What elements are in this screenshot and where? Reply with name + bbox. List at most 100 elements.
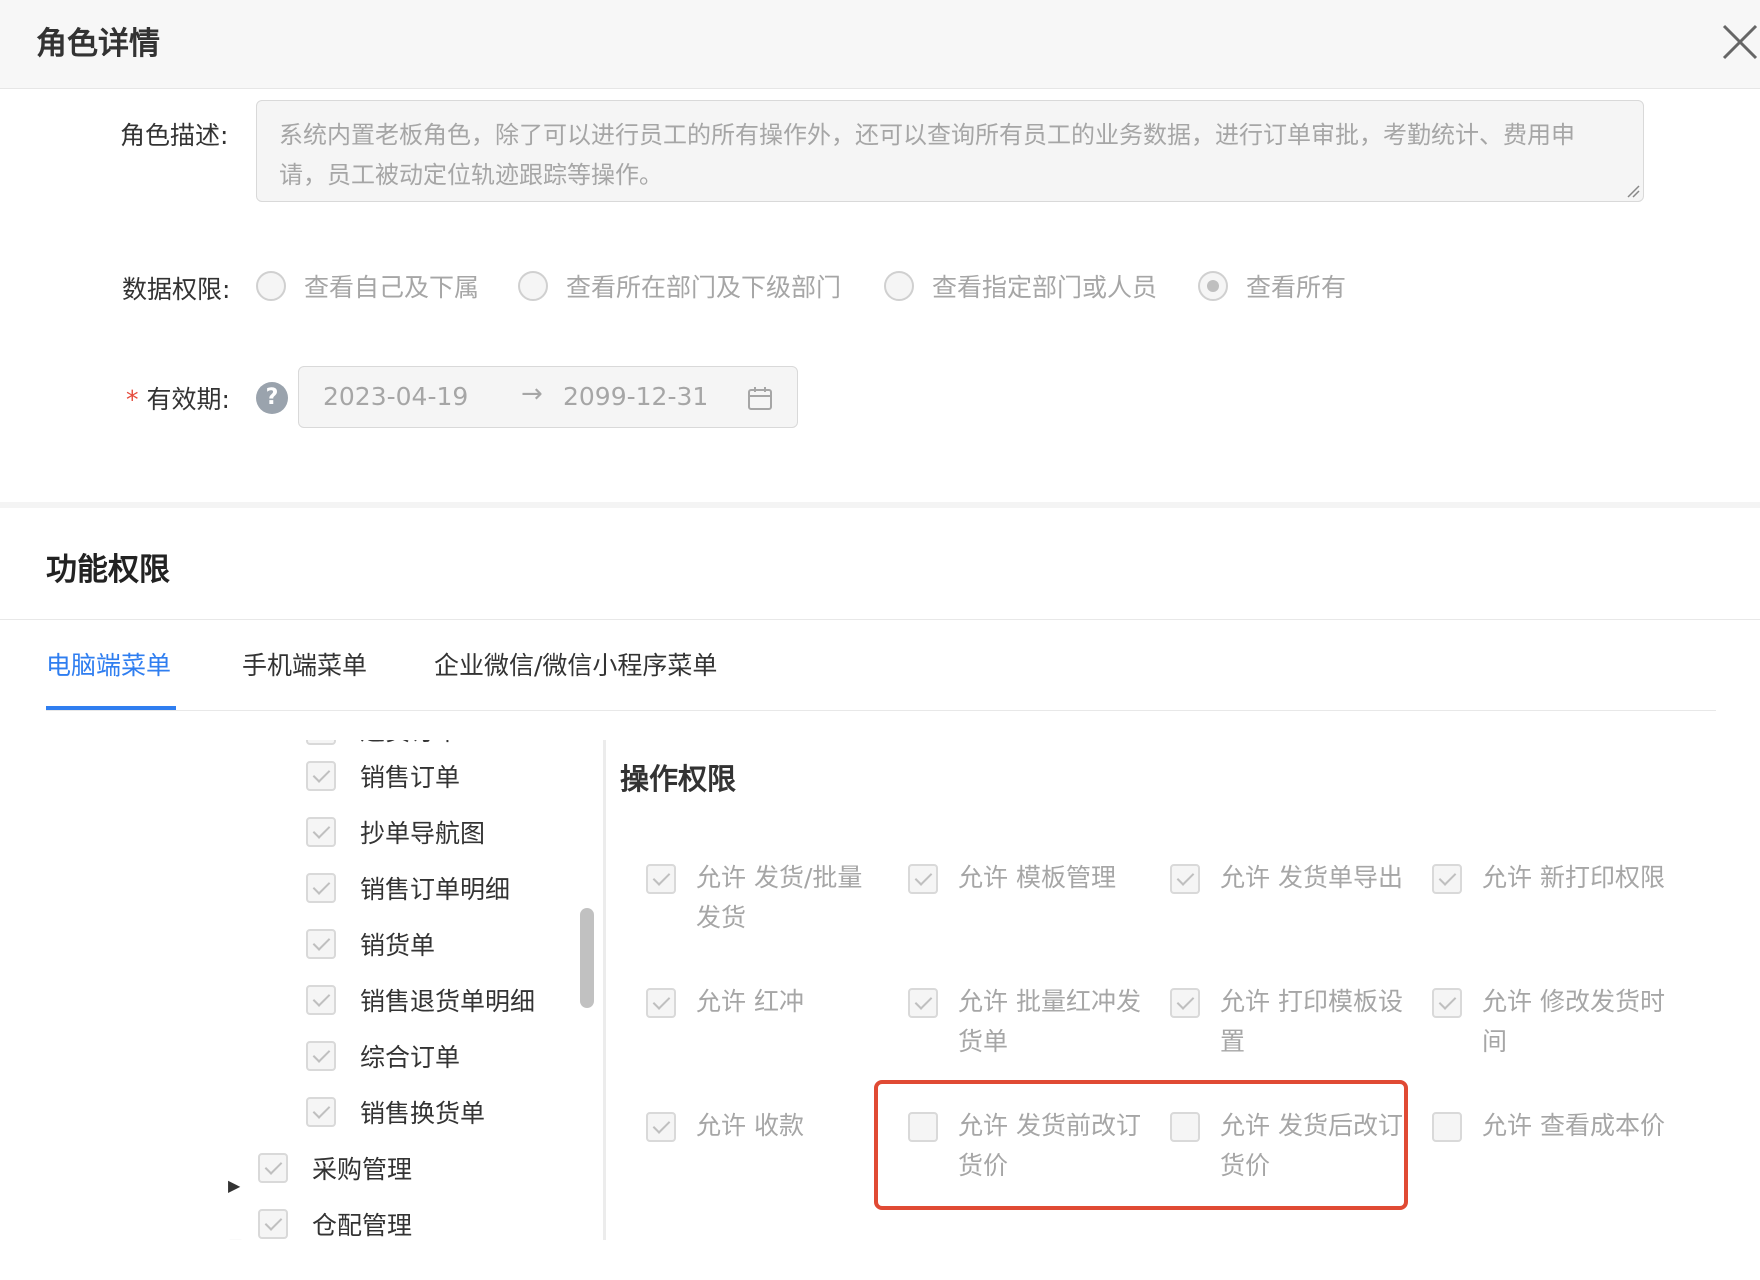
radio-label: 查看指定部门或人员 — [932, 273, 1158, 302]
menu-tabs: 电脑端菜单 手机端菜单 企业微信/微信小程序菜单 — [46, 640, 1716, 711]
tab-mobile-menu[interactable]: 手机端菜单 — [242, 646, 367, 682]
radio-option-self[interactable]: 查看自己及下属 — [256, 264, 479, 308]
dialog-header: 角色详情 — [0, 0, 1760, 89]
end-date[interactable]: 2099-12-31 — [563, 382, 708, 411]
section-divider — [0, 502, 1760, 508]
tree-item[interactable]: 退货订单 — [306, 740, 460, 750]
scrollbar-thumb[interactable] — [580, 908, 594, 1008]
collapse-caret-icon[interactable]: ▬ — [228, 1232, 243, 1240]
calendar-icon[interactable] — [747, 386, 773, 412]
tree-checkbox[interactable] — [306, 1041, 336, 1071]
tree-item-label: 销售退货单明细 — [360, 987, 536, 1016]
operation-checkbox[interactable]: 允许 红冲 — [646, 982, 886, 1022]
operation-checkbox[interactable]: 允许 收款 — [646, 1106, 886, 1146]
tree-checkbox[interactable] — [258, 1209, 288, 1239]
operation-checkbox-box[interactable] — [1432, 864, 1462, 894]
operation-label: 允许 发货单导出 — [1220, 863, 1403, 892]
validity-label-wrap: * 有效期: — [126, 380, 230, 416]
help-icon[interactable]: ? — [256, 382, 288, 414]
tree-checkbox[interactable] — [306, 985, 336, 1015]
radio-label: 查看所在部门及下级部门 — [566, 273, 842, 302]
tree-item[interactable]: 销售换货单 — [306, 1092, 485, 1132]
date-range-picker[interactable]: 2023-04-19 → 2099-12-31 — [298, 366, 798, 428]
operation-checkbox[interactable]: 允许 打印模板设置 — [1170, 982, 1410, 1062]
tree-item-label: 采购管理 — [312, 1155, 413, 1184]
tree-item-label: 抄单导航图 — [360, 819, 486, 848]
operation-label: 允许 模板管理 — [958, 863, 1116, 892]
operation-label: 允许 打印模板设置 — [1220, 987, 1403, 1056]
operation-checkbox[interactable]: 允许 新打印权限 — [1432, 858, 1672, 898]
radio-option-department[interactable]: 查看所在部门及下级部门 — [518, 264, 841, 308]
operation-checkbox[interactable]: 允许 发货/批量发货 — [646, 858, 886, 938]
operation-label: 允许 查看成本价 — [1482, 1111, 1665, 1140]
tree-item[interactable]: 销售订单明细 — [306, 868, 510, 908]
operation-label: 允许 批量红冲发货单 — [958, 987, 1141, 1056]
tab-wechat-menu[interactable]: 企业微信/微信小程序菜单 — [434, 646, 717, 682]
operation-checkbox-box[interactable] — [646, 988, 676, 1018]
tree-item[interactable]: 销售订单 — [306, 756, 460, 796]
active-tab-indicator — [46, 706, 176, 710]
operation-label: 允许 发货/批量发货 — [696, 863, 863, 932]
operation-label: 允许 新打印权限 — [1482, 863, 1665, 892]
radio-label: 查看自己及下属 — [304, 273, 480, 302]
radio-circle — [256, 271, 286, 301]
resize-grip-icon[interactable] — [1626, 184, 1640, 198]
function-permissions-title: 功能权限 — [46, 552, 170, 588]
operation-checkbox-box[interactable] — [646, 864, 676, 894]
tree-item[interactable]: 销货单 — [306, 924, 435, 964]
tree-item-label: 退货订单 — [360, 740, 460, 748]
close-icon[interactable] — [1720, 22, 1760, 62]
description-label: 角色描述: — [120, 121, 229, 150]
menu-tree: 退货订单 销售订单 抄单导航图 销售订单明细 销货单 销售退货单明细 综合订单 … — [0, 740, 572, 1240]
operation-label: 允许 红冲 — [696, 987, 804, 1016]
radio-circle — [884, 271, 914, 301]
operation-checkbox[interactable]: 允许 发货单导出 — [1170, 858, 1410, 898]
radio-label: 查看所有 — [1246, 273, 1347, 302]
tree-item-label: 销售换货单 — [360, 1099, 486, 1128]
operation-checkbox-box[interactable] — [908, 988, 938, 1018]
operation-label: 允许 修改发货时间 — [1482, 987, 1665, 1056]
operation-checkbox-box[interactable] — [1432, 1112, 1462, 1142]
operation-checkbox-box[interactable] — [1170, 864, 1200, 894]
tree-item[interactable]: 仓配管理 — [258, 1204, 412, 1240]
tree-item[interactable]: 采购管理 — [258, 1148, 412, 1188]
tree-item[interactable]: 综合订单 — [306, 1036, 460, 1076]
description-textarea[interactable]: 系统内置老板角色，除了可以进行员工的所有操作外，还可以查询所有员工的业务数据，进… — [256, 100, 1644, 202]
section-underline — [0, 619, 1760, 620]
operation-checkbox-box[interactable] — [646, 1112, 676, 1142]
tree-item[interactable]: 销售退货单明细 — [306, 980, 535, 1020]
tree-checkbox[interactable] — [306, 929, 336, 959]
tree-checkbox[interactable] — [306, 817, 336, 847]
start-date[interactable]: 2023-04-19 — [323, 382, 468, 411]
panel-divider — [603, 740, 606, 1240]
tree-item-label: 销售订单明细 — [360, 875, 511, 904]
tree-item-label: 仓配管理 — [312, 1211, 413, 1240]
operation-label: 允许 收款 — [696, 1111, 804, 1140]
radio-option-all[interactable]: 查看所有 — [1198, 264, 1346, 308]
operation-checkbox[interactable]: 允许 模板管理 — [908, 858, 1148, 898]
radio-circle-selected — [1198, 271, 1228, 301]
data-permission-label: 数据权限: — [122, 275, 231, 304]
expand-caret-icon[interactable]: ▶ — [228, 1176, 240, 1195]
tree-item-label: 综合订单 — [360, 1043, 461, 1072]
highlight-box — [874, 1080, 1408, 1210]
tree-checkbox[interactable] — [306, 1097, 336, 1127]
operation-checkbox[interactable]: 允许 修改发货时间 — [1432, 982, 1672, 1062]
tree-checkbox[interactable] — [306, 873, 336, 903]
tab-pc-menu[interactable]: 电脑端菜单 — [46, 646, 171, 682]
operations-title: 操作权限 — [620, 762, 737, 796]
radio-circle — [518, 271, 548, 301]
operation-checkbox[interactable]: 允许 查看成本价 — [1432, 1106, 1672, 1146]
tree-checkbox[interactable] — [306, 740, 336, 745]
operation-checkbox-box[interactable] — [1432, 988, 1462, 1018]
operation-checkbox-box[interactable] — [1170, 988, 1200, 1018]
operation-checkbox[interactable]: 允许 批量红冲发货单 — [908, 982, 1148, 1062]
validity-label: 有效期: — [146, 385, 230, 414]
tree-checkbox[interactable] — [306, 761, 336, 791]
tree-item-label: 销货单 — [360, 931, 436, 960]
tree-item[interactable]: 抄单导航图 — [306, 812, 485, 852]
radio-option-specified[interactable]: 查看指定部门或人员 — [884, 264, 1157, 308]
range-arrow-icon: → — [521, 379, 543, 409]
tree-checkbox[interactable] — [258, 1153, 288, 1183]
operation-checkbox-box[interactable] — [908, 864, 938, 894]
